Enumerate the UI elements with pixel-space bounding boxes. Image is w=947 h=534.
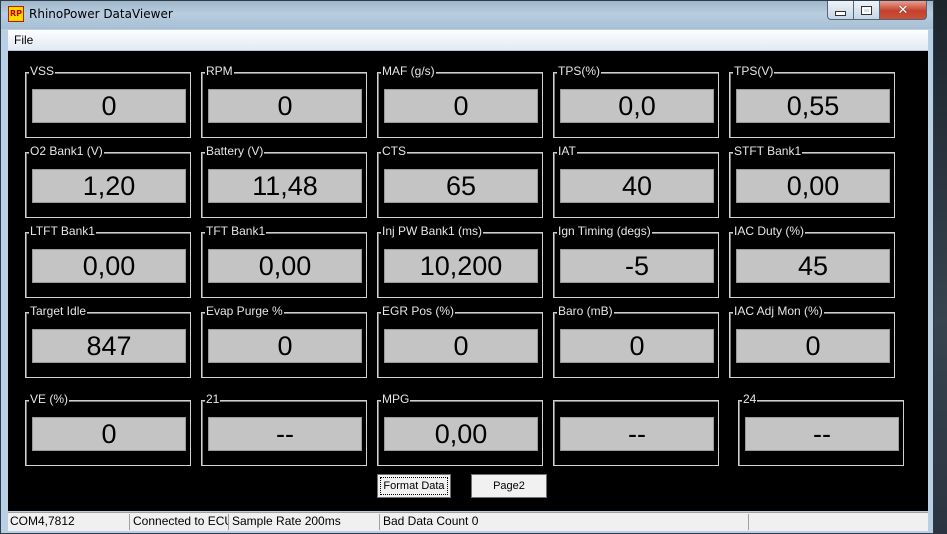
format-data-button[interactable]: Format Data bbox=[377, 474, 451, 498]
title-bar[interactable]: RP RhinoPower DataViewer ✕ bbox=[1, 1, 933, 29]
gauge-label: 24 bbox=[742, 392, 758, 406]
gauge-tile: MPG 0,00 bbox=[377, 392, 543, 466]
gauge-label: VE (%) bbox=[29, 392, 70, 406]
gauge-label: STFT Bank1 bbox=[733, 144, 803, 158]
gauge-label: O2 Bank1 (V) bbox=[29, 144, 104, 158]
gauge-tile: VE (%) 0 bbox=[25, 392, 191, 466]
gauge-label: TPS(%) bbox=[557, 64, 601, 78]
gauge-label: LTFT Bank1 bbox=[29, 224, 96, 238]
gauge-tile: IAC Duty (%) 45 bbox=[729, 224, 895, 298]
gauge-label: TFT Bank1 bbox=[205, 224, 267, 238]
gauge-value: 0 bbox=[384, 329, 538, 363]
gauge-label: IAC Adj Mon (%) bbox=[733, 304, 824, 318]
gauge-value: -5 bbox=[560, 249, 714, 283]
gauge-label: 21 bbox=[205, 392, 221, 406]
gauge-tile: LTFT Bank1 0,00 bbox=[25, 224, 191, 298]
app-window: RP RhinoPower DataViewer ✕ File VSS 0 RPM 0… bbox=[0, 0, 934, 534]
gauge-label: IAC Duty (%) bbox=[733, 224, 806, 238]
minimize-icon bbox=[835, 10, 846, 16]
close-button[interactable]: ✕ bbox=[880, 1, 927, 20]
gauge-tile: -- bbox=[553, 400, 719, 466]
gauge-tile: Evap Purge % 0 bbox=[201, 304, 367, 378]
menu-file[interactable]: File bbox=[14, 33, 33, 47]
gauge-panel: VSS 0 RPM 0 MAF (g/s) 0 TPS(%) 0,0 TPS(V) 0,55 O2 … bbox=[8, 51, 928, 511]
gauge-tile: TPS(V) 0,55 bbox=[729, 64, 895, 138]
gauge-label: Baro (mB) bbox=[557, 304, 614, 318]
minimize-button[interactable] bbox=[827, 1, 854, 20]
gauge-value: 0,0 bbox=[560, 89, 714, 123]
gauge-value: 0 bbox=[208, 329, 362, 363]
gauge-tile: CTS 65 bbox=[377, 144, 543, 218]
gauge-label: VSS bbox=[29, 64, 56, 78]
gauge-label: Battery (V) bbox=[205, 144, 265, 158]
gauge-label: IAT bbox=[557, 144, 577, 158]
gauge-label: Evap Purge % bbox=[205, 304, 284, 318]
gauge-value: 40 bbox=[560, 169, 714, 203]
gauge-value: 0,00 bbox=[384, 417, 538, 451]
gauge-value: 10,200 bbox=[384, 249, 538, 283]
gauge-value: 0 bbox=[736, 329, 890, 363]
gauge-label: MAF (g/s) bbox=[381, 64, 436, 78]
gauge-tile: 21 -- bbox=[201, 392, 367, 466]
maximize-button[interactable] bbox=[854, 1, 880, 20]
status-port: COM4,7812 bbox=[8, 514, 130, 530]
caption-buttons: ✕ bbox=[827, 1, 927, 21]
gauge-label: EGR Pos (%) bbox=[381, 304, 456, 318]
gauge-tile: O2 Bank1 (V) 1,20 bbox=[25, 144, 191, 218]
status-bar: COM4,7812 Connected to ECU Sample Rate 2… bbox=[8, 512, 928, 531]
gauge-tile: STFT Bank1 0,00 bbox=[729, 144, 895, 218]
gauge-tile: TFT Bank1 0,00 bbox=[201, 224, 367, 298]
gauge-tile: Ign Timing (degs) -5 bbox=[553, 224, 719, 298]
gauge-value: 0 bbox=[208, 89, 362, 123]
gauge-value: 1,20 bbox=[32, 169, 186, 203]
gauge-value: 0,00 bbox=[736, 169, 890, 203]
gauge-value: 45 bbox=[736, 249, 890, 283]
gauge-value: 0 bbox=[32, 417, 186, 451]
gauge-value: 847 bbox=[32, 329, 186, 363]
maximize-icon bbox=[861, 5, 872, 15]
gauge-label: TPS(V) bbox=[733, 64, 775, 78]
status-sample-rate: Sample Rate 200ms bbox=[230, 514, 380, 530]
page2-button[interactable]: Page2 bbox=[471, 474, 547, 498]
close-icon: ✕ bbox=[897, 2, 909, 18]
gauge-value: 65 bbox=[384, 169, 538, 203]
window-title: RhinoPower DataViewer bbox=[29, 7, 173, 21]
gauge-value: -- bbox=[745, 417, 899, 451]
gauge-tile: EGR Pos (%) 0 bbox=[377, 304, 543, 378]
gauge-value: -- bbox=[208, 417, 362, 451]
gauge-label: RPM bbox=[205, 64, 234, 78]
gauge-tile: IAT 40 bbox=[553, 144, 719, 218]
gauge-tile: RPM 0 bbox=[201, 64, 367, 138]
status-bad-data-count: Bad Data Count 0 bbox=[381, 514, 749, 530]
gauge-label: CTS bbox=[381, 144, 407, 158]
menu-bar: File bbox=[8, 30, 928, 51]
gauge-tile: VSS 0 bbox=[25, 64, 191, 138]
gauge-label: MPG bbox=[381, 392, 411, 406]
gauge-tile: TPS(%) 0,0 bbox=[553, 64, 719, 138]
gauge-value: 11,48 bbox=[208, 169, 362, 203]
gauge-tile: Target Idle 847 bbox=[25, 304, 191, 378]
status-connection: Connected to ECU bbox=[133, 514, 229, 530]
gauge-tile: IAC Adj Mon (%) 0 bbox=[729, 304, 895, 378]
gauge-label: Inj PW Bank1 (ms) bbox=[381, 224, 484, 238]
gauge-tile: Baro (mB) 0 bbox=[553, 304, 719, 378]
gauge-value: 0 bbox=[32, 89, 186, 123]
gauge-value: -- bbox=[560, 417, 714, 451]
gauge-tile: MAF (g/s) 0 bbox=[377, 64, 543, 138]
gauge-value: 0,00 bbox=[32, 249, 186, 283]
gauge-value: 0 bbox=[384, 89, 538, 123]
status-extra bbox=[750, 514, 928, 530]
gauge-tile: Battery (V) 11,48 bbox=[201, 144, 367, 218]
app-logo-icon: RP bbox=[8, 6, 24, 22]
gauge-tile: 24 -- bbox=[738, 392, 904, 466]
gauge-value: 0,55 bbox=[736, 89, 890, 123]
gauge-value: 0,00 bbox=[208, 249, 362, 283]
gauge-value: 0 bbox=[560, 329, 714, 363]
gauge-label: Target Idle bbox=[29, 304, 88, 318]
gauge-tile: Inj PW Bank1 (ms) 10,200 bbox=[377, 224, 543, 298]
gauge-label: Ign Timing (degs) bbox=[557, 224, 652, 238]
